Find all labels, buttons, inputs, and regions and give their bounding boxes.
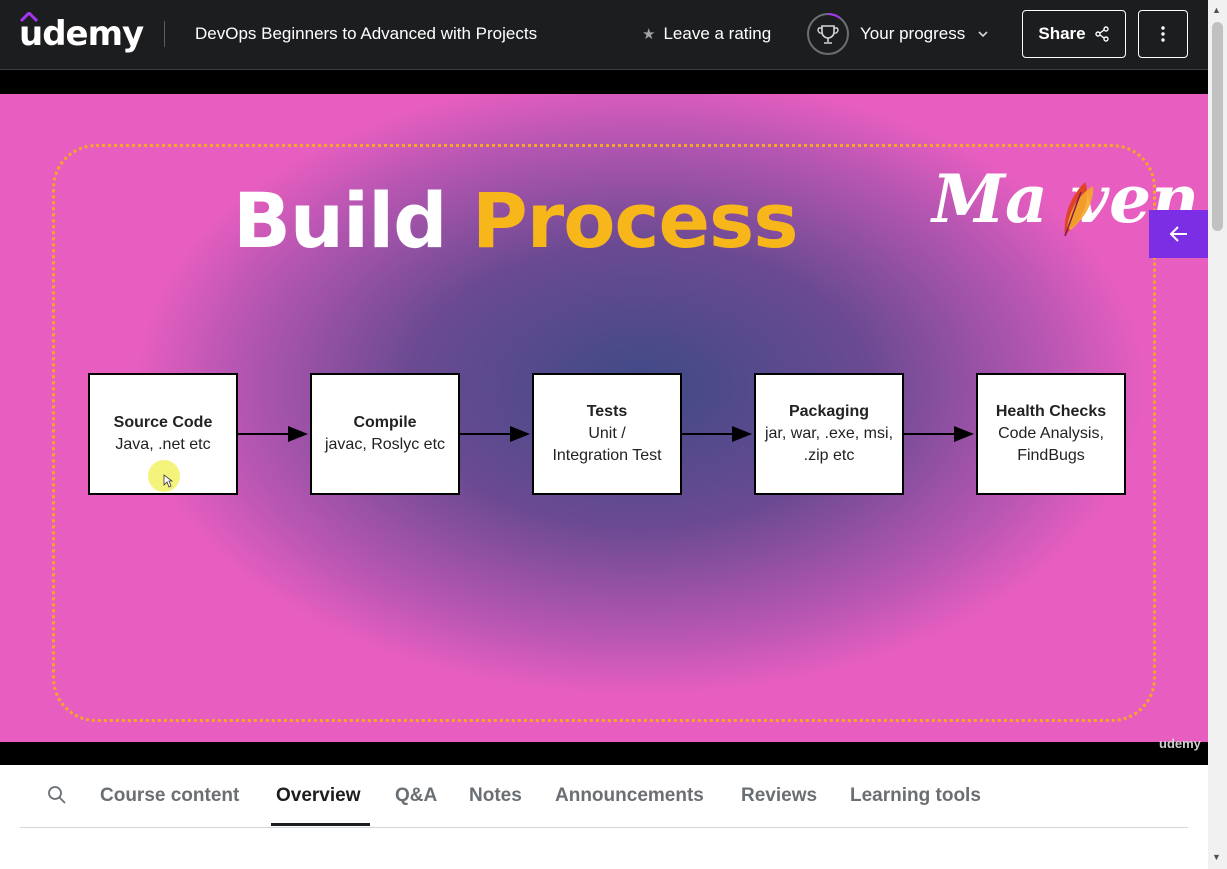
- flow-box-tests: Tests Unit / Integration Test: [532, 373, 682, 495]
- box-line: Integration Test: [552, 447, 662, 464]
- more-options-button[interactable]: [1138, 10, 1188, 58]
- tab-overview[interactable]: Overview: [276, 785, 361, 807]
- flow-box-packaging: Packaging jar, war, .exe, msi, .zip etc: [754, 373, 904, 495]
- chevron-down-icon: [978, 31, 988, 38]
- box-line: Code Analysis,: [998, 425, 1104, 442]
- scroll-up-icon[interactable]: ▲: [1212, 5, 1221, 15]
- sidebar-expand-button[interactable]: [1149, 210, 1208, 258]
- video-watermark: udemy: [1159, 736, 1201, 751]
- more-vertical-icon: [1161, 26, 1165, 42]
- rating-label: Leave a rating: [663, 24, 772, 43]
- tab-qa[interactable]: Q&A: [395, 785, 437, 807]
- tab-announcements[interactable]: Announcements: [555, 785, 704, 807]
- share-button[interactable]: Share: [1022, 10, 1126, 58]
- course-tabs: Course content Overview Q&A Notes Announ…: [20, 765, 1188, 828]
- box-title: Source Code: [113, 414, 213, 431]
- udemy-logo[interactable]: udemy: [19, 12, 144, 56]
- box-title: Compile: [353, 414, 417, 431]
- video-player[interactable]: Build Process Ma ven Source Code Java, .…: [0, 70, 1208, 765]
- progress-dropdown[interactable]: Your progress: [806, 12, 989, 56]
- leave-rating-button[interactable]: ★ Leave a rating: [642, 24, 771, 44]
- page-scrollbar[interactable]: ▲ ▼: [1208, 0, 1227, 869]
- box-line: jar, war, .exe, msi,: [764, 425, 894, 442]
- box-title: Health Checks: [995, 403, 1107, 420]
- progress-label: Your progress: [860, 24, 966, 43]
- share-label: Share: [1038, 24, 1086, 43]
- star-icon: ★: [642, 26, 656, 43]
- course-header: udemy DevOps Beginners to Advanced with …: [0, 0, 1208, 70]
- logo-text: udemy: [19, 14, 144, 54]
- scroll-down-icon[interactable]: ▼: [1212, 852, 1221, 862]
- tab-notes[interactable]: Notes: [469, 785, 522, 807]
- box-line: Java, .net etc: [115, 436, 211, 453]
- box-line: FindBugs: [1017, 447, 1085, 464]
- arrow-left-icon: [1169, 226, 1187, 242]
- scrollbar-thumb[interactable]: [1212, 22, 1223, 231]
- tab-course-content[interactable]: Course content: [100, 785, 239, 807]
- box-line: javac, Roslyc etc: [324, 436, 446, 453]
- box-title: Tests: [586, 403, 628, 420]
- box-line: .zip etc: [803, 447, 855, 464]
- flow-box-health-checks: Health Checks Code Analysis, FindBugs: [976, 373, 1126, 495]
- mouse-cursor-icon: [163, 474, 173, 488]
- tab-learning-tools[interactable]: Learning tools: [850, 785, 981, 807]
- box-line: Unit /: [588, 425, 626, 442]
- active-tab-indicator: [271, 823, 370, 826]
- search-icon[interactable]: [47, 785, 67, 805]
- box-title: Packaging: [788, 403, 870, 420]
- tab-reviews[interactable]: Reviews: [741, 785, 817, 807]
- header-divider: [164, 21, 165, 47]
- share-icon: [1094, 26, 1109, 42]
- lecture-slide: Build Process Ma ven Source Code Java, .…: [0, 94, 1208, 742]
- flow-box-compile: Compile javac, Roslyc etc: [310, 373, 460, 495]
- course-title[interactable]: DevOps Beginners to Advanced with Projec…: [195, 24, 537, 44]
- trophy-icon: [807, 13, 849, 55]
